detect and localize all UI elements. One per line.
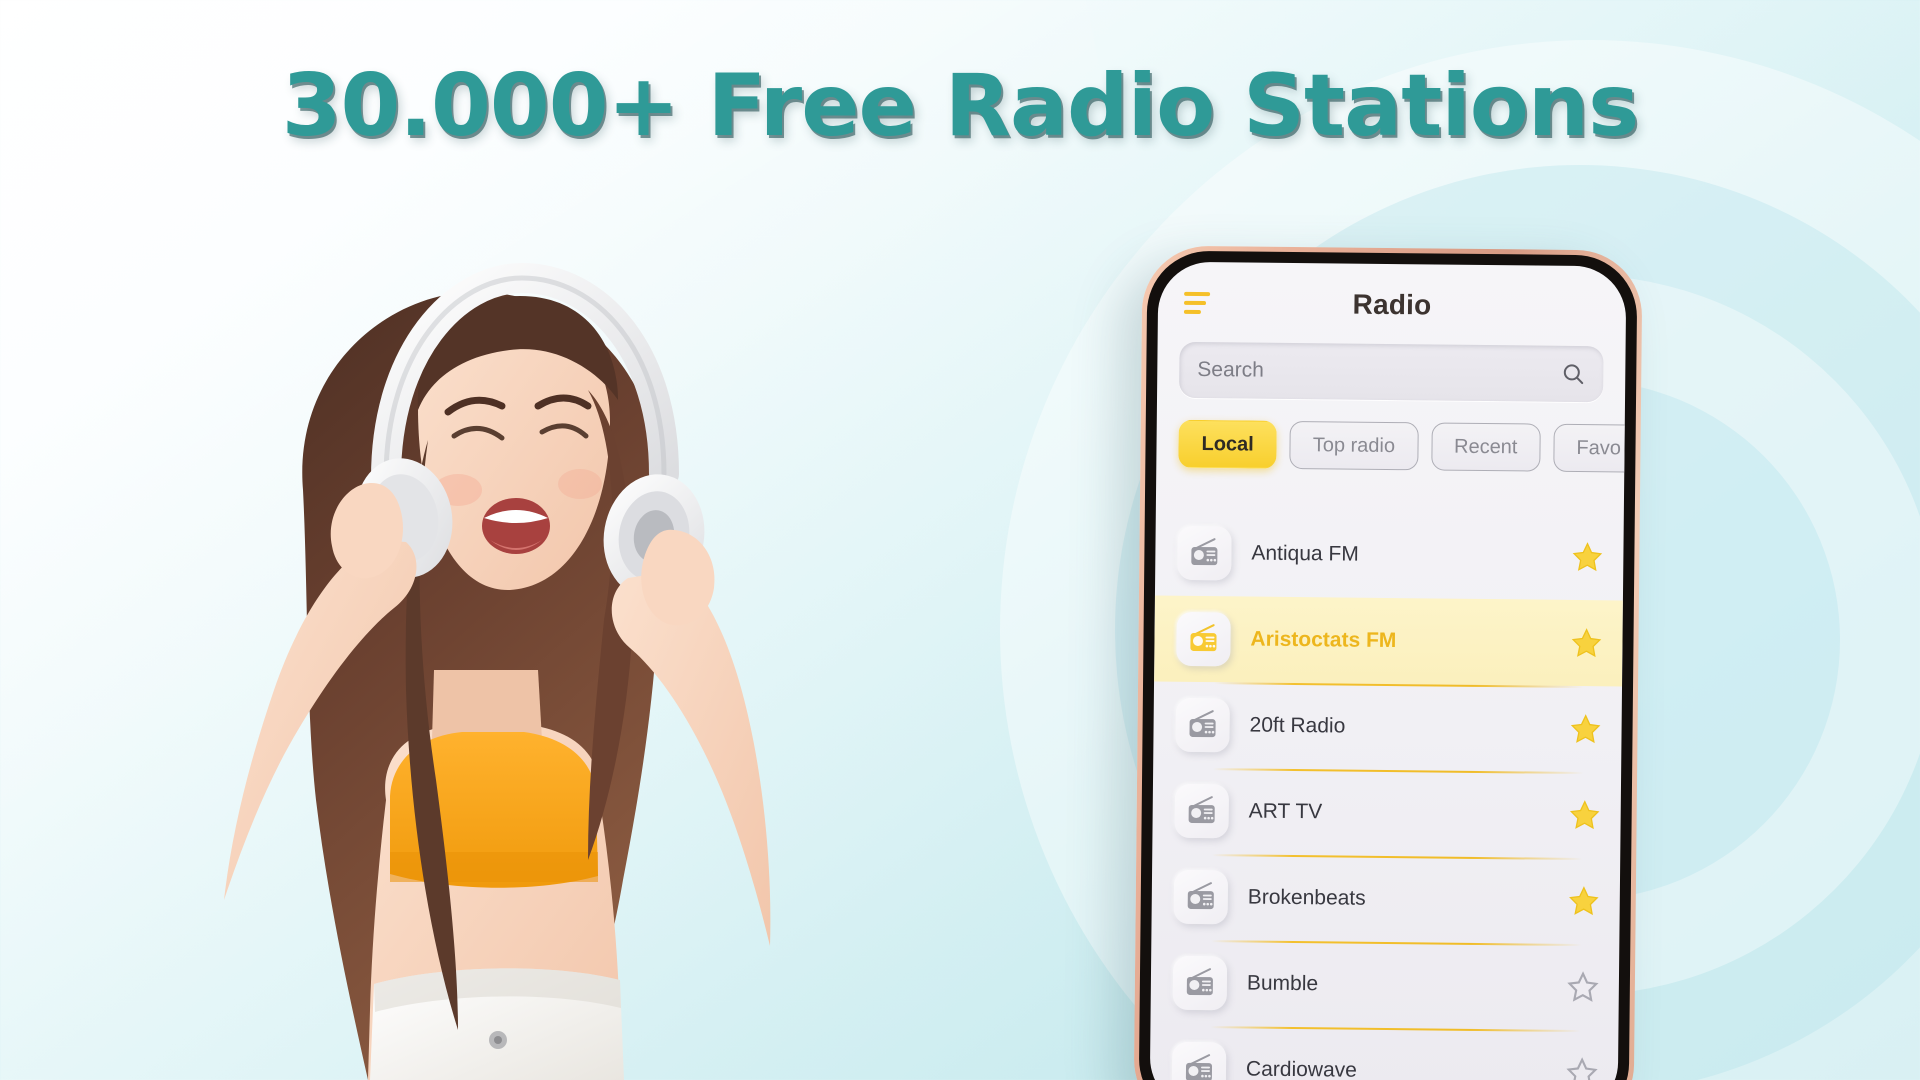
radio-icon — [1177, 525, 1232, 581]
radio-icon — [1175, 697, 1230, 753]
hero-photo-woman-with-headphones — [118, 240, 818, 1080]
radio-icon — [1176, 611, 1231, 667]
radio-icon — [1173, 869, 1229, 925]
tab-recent[interactable]: Recent — [1430, 422, 1541, 472]
station-row[interactable]: Brokenbeats — [1151, 854, 1620, 945]
station-row[interactable]: Aristoctats FM — [1154, 595, 1623, 687]
search-section — [1157, 324, 1626, 403]
search-input[interactable] — [1197, 357, 1562, 386]
favorite-star-icon[interactable] — [1566, 1057, 1598, 1080]
favorite-star-icon[interactable] — [1570, 627, 1602, 659]
station-name: Antiqua FM — [1251, 541, 1359, 566]
phone-bezel: Radio Local Top radio Recent Favo — [1138, 250, 1638, 1080]
favorite-star-icon[interactable] — [1568, 885, 1600, 917]
hamburger-icon[interactable] — [1183, 291, 1214, 315]
station-name: ART TV — [1248, 799, 1323, 824]
station-name: Cardiowave — [1245, 1057, 1358, 1080]
filter-tabs: Local Top radio Recent Favo — [1156, 398, 1626, 495]
tab-local[interactable]: Local — [1178, 419, 1278, 469]
favorite-star-icon[interactable] — [1571, 541, 1603, 573]
phone-screen: Radio Local Top radio Recent Favo — [1149, 261, 1627, 1080]
favorite-star-icon[interactable] — [1567, 971, 1599, 1003]
radio-icon — [1172, 955, 1228, 1011]
tab-favorites[interactable]: Favo — [1553, 423, 1626, 473]
favorite-star-icon[interactable] — [1569, 799, 1601, 831]
radio-icon — [1174, 783, 1229, 839]
app-header: Radio — [1158, 262, 1627, 329]
search-box[interactable] — [1179, 341, 1604, 403]
search-icon[interactable] — [1561, 362, 1585, 386]
station-name: Bumble — [1246, 971, 1319, 996]
station-row[interactable]: 20ft Radio — [1153, 682, 1622, 773]
phone-mockup: Radio Local Top radio Recent Favo — [1133, 245, 1643, 1080]
station-name: Brokenbeats — [1247, 885, 1366, 910]
app-title: Radio — [1352, 288, 1432, 321]
station-row[interactable]: Antiqua FM — [1155, 510, 1624, 601]
station-row[interactable]: Cardiowave — [1150, 1026, 1619, 1080]
station-name: 20ft Radio — [1249, 713, 1346, 738]
tab-top-radio[interactable]: Top radio — [1289, 420, 1419, 471]
station-list: Antiqua FM Aristoctats FM 20ft Radio ART… — [1150, 490, 1624, 1080]
station-name: Aristoctats FM — [1250, 627, 1397, 653]
station-row[interactable]: ART TV — [1152, 768, 1621, 859]
favorite-star-icon[interactable] — [1569, 713, 1601, 745]
headline-banner: 30.000+ Free Radio Stations — [0, 56, 1920, 156]
station-row[interactable]: Bumble — [1150, 940, 1619, 1031]
page-title: 30.000+ Free Radio Stations — [281, 56, 1640, 156]
radio-icon — [1171, 1041, 1227, 1080]
